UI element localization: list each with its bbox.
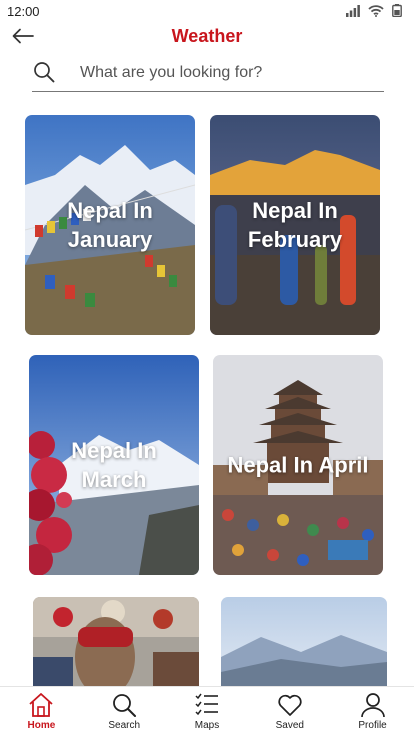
person-icon (360, 693, 385, 718)
search-icon[interactable] (32, 60, 56, 84)
card-nepal-in-march[interactable]: Nepal In March (29, 355, 199, 575)
nav-home-label: Home (27, 720, 56, 731)
heart-icon (278, 694, 302, 716)
battery-icon (392, 4, 402, 17)
nav-search-label: Search (108, 720, 141, 731)
status-icons (346, 4, 402, 17)
signal-icon (346, 4, 360, 17)
wifi-icon (368, 4, 384, 17)
card-nepal-in-february[interactable]: Nepal In February (210, 115, 380, 335)
card-title: Nepal In March (71, 438, 157, 492)
arrow-left-icon (12, 28, 34, 44)
card-title: Nepal In January (67, 198, 153, 252)
card-nepal-in-april[interactable]: Nepal In April (213, 355, 383, 575)
festival-people-image (33, 597, 199, 697)
nav-search[interactable]: Search (84, 687, 164, 736)
card-title: Nepal In April (227, 452, 369, 478)
card-nepal-partial-left[interactable] (33, 597, 199, 697)
page-title: Weather (171, 26, 243, 46)
nav-maps-label: Maps (194, 720, 220, 731)
nav-home[interactable]: Home (1, 687, 81, 736)
home-icon (29, 693, 53, 717)
nav-saved-label: Saved (275, 720, 304, 731)
search-input[interactable] (80, 60, 380, 86)
nav-profile[interactable]: Profile (333, 687, 413, 736)
card-title: Nepal In February (247, 198, 343, 252)
status-bar: 12:00 (0, 0, 414, 24)
card-nepal-partial-right[interactable]: Nepal In (221, 597, 387, 697)
status-time: 12:00 (7, 4, 40, 19)
nav-maps[interactable]: Maps (167, 687, 247, 736)
card-nepal-in-january[interactable]: Nepal In January (25, 115, 195, 335)
bottom-nav: Home Search Maps Saved Profile (0, 686, 414, 736)
search-icon (113, 694, 137, 717)
app-header: Weather (0, 24, 414, 48)
checklist-icon (195, 693, 218, 716)
back-button[interactable] (10, 24, 36, 48)
nav-profile-label: Profile (358, 720, 387, 731)
nav-saved[interactable]: Saved (250, 687, 330, 736)
search-bar (32, 56, 384, 92)
